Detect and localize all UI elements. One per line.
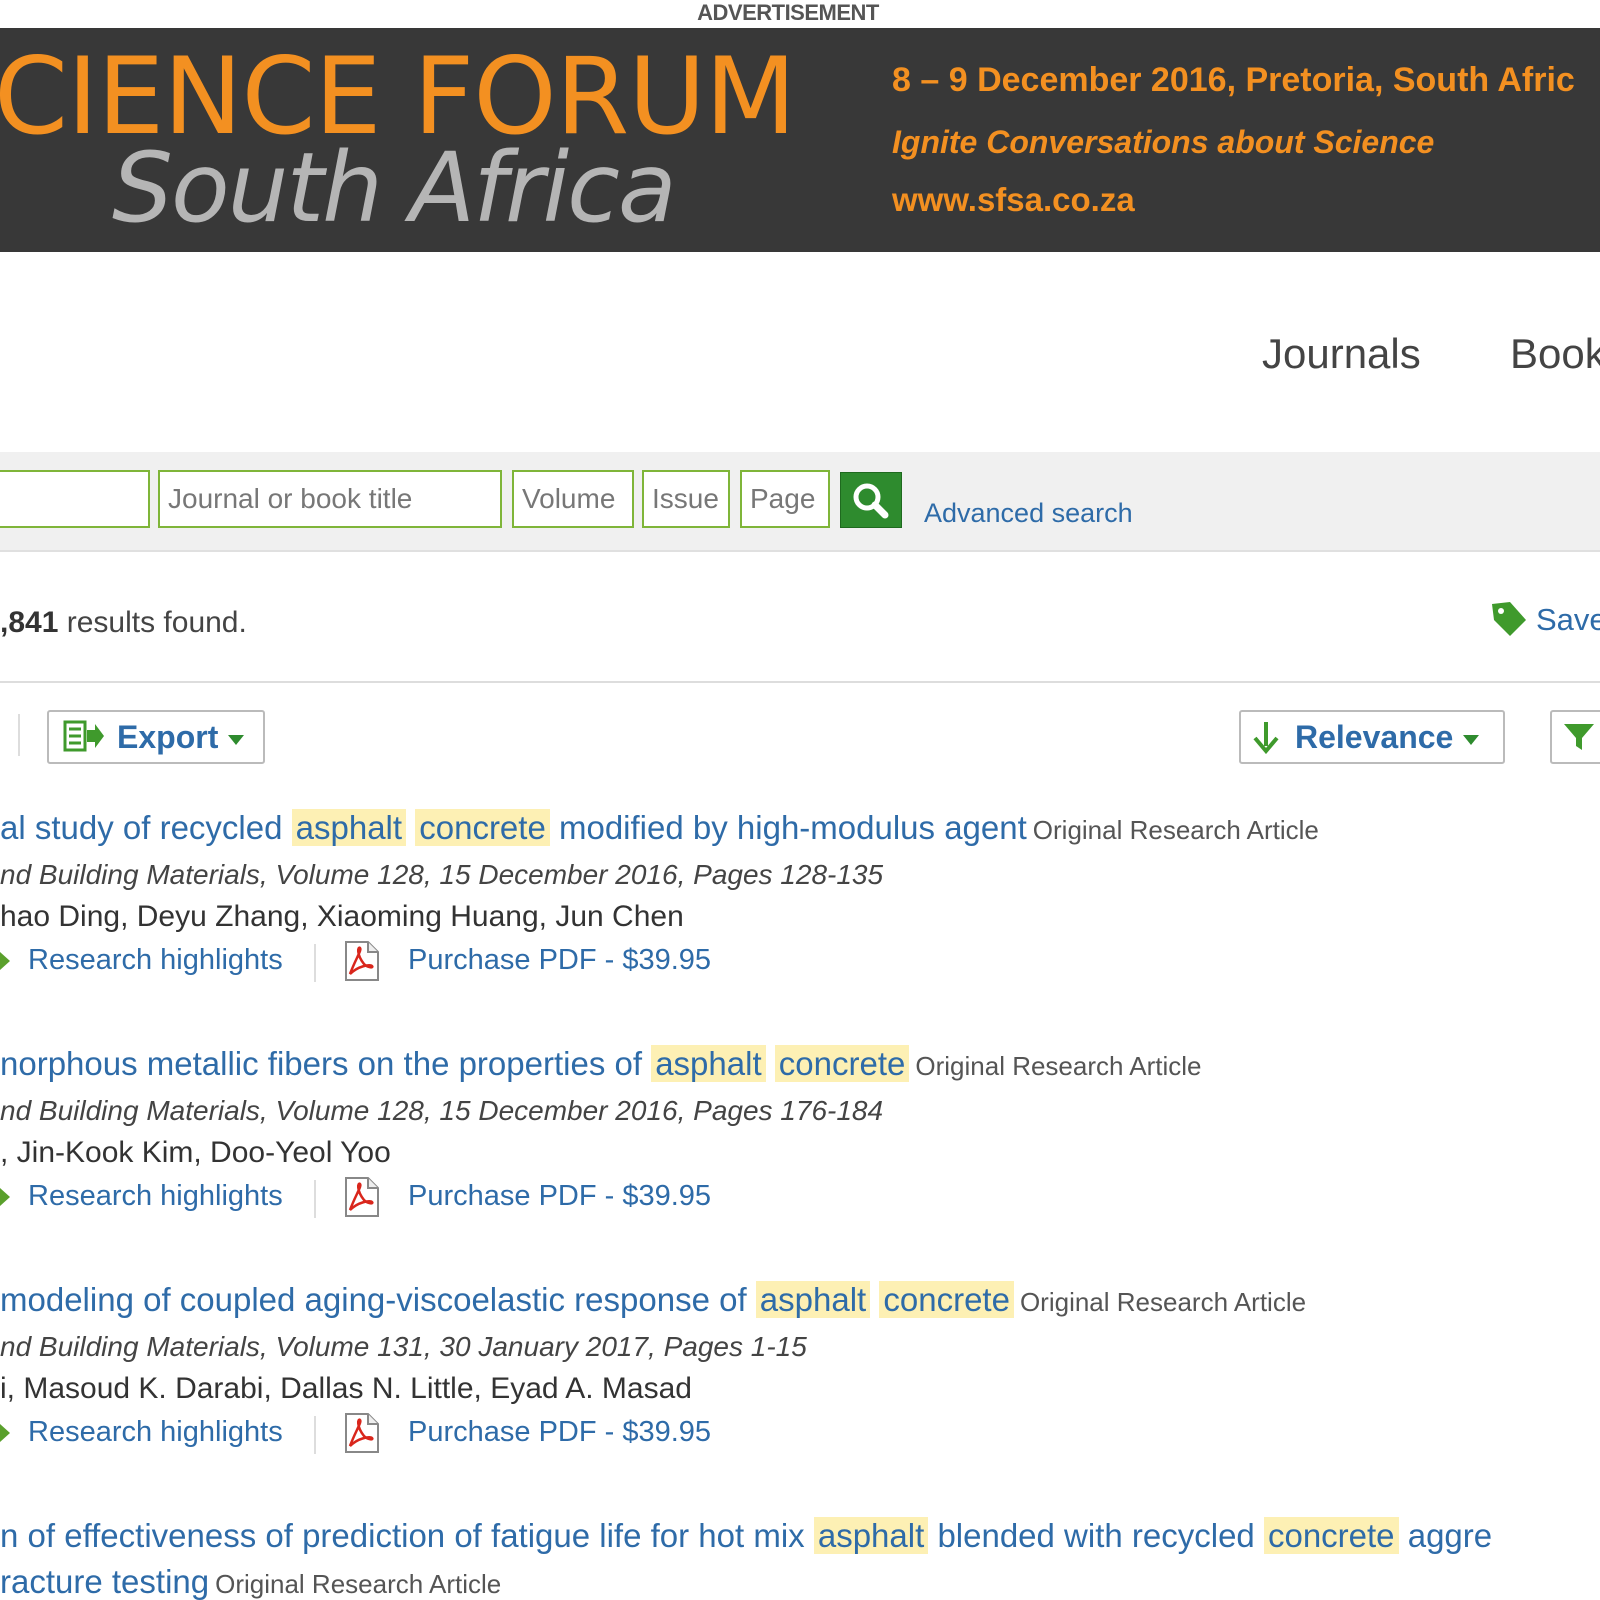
quick-search-bar: Journal or book title Volume Issue Page … [0,452,1600,552]
search-button[interactable] [840,472,902,528]
highlight: concrete [774,1045,910,1082]
list-item: al study of recycled asphalt concrete mo… [0,804,1600,986]
ad-tagline: Ignite Conversations about Science [892,124,1435,160]
result-links: Research highlights Purchase PDF - $39.9… [0,1410,1600,1458]
arrow-down-icon [1253,721,1279,754]
link-separator [314,1416,316,1454]
result-authors: hao Ding, Deyu Zhang, Xiaoming Huang, Ju… [0,900,684,933]
purchase-pdf-link[interactable]: Purchase PDF - $39.95 [408,1416,711,1449]
highlight: asphalt [651,1045,766,1082]
link-separator [314,1180,316,1218]
list-item: modeling of coupled aging-viscoelastic r… [0,1276,1600,1458]
highlight: asphalt [813,1517,929,1554]
result-links: Research highlights Purchase PDF - $39.9… [0,938,1600,986]
ad-date: 8 – 9 December 2016, Pretoria, South Afr… [892,61,1575,99]
result-authors: , Jin-Kook Kim, Doo-Yeol Yoo [0,1136,391,1169]
research-highlights-link[interactable]: Research highlights [28,944,283,977]
highlight: asphalt [291,809,407,846]
highlight: concrete [879,1281,1014,1318]
result-title[interactable]: norphous metallic fibers on the properti… [0,1040,1600,1090]
result-title[interactable]: al study of recycled asphalt concrete mo… [0,804,1600,854]
result-title-line2[interactable]: racture testing Original Research Article [0,1560,1600,1600]
journal-title-input[interactable]: Journal or book title [158,470,502,528]
highlight: asphalt [755,1281,871,1318]
list-item: n of effectiveness of prediction of fati… [0,1512,1600,1600]
result-links: Research highlights Purchase PDF - $39.9… [0,1174,1600,1222]
sort-relevance-button[interactable]: Relevance [1239,710,1505,764]
nav-books[interactable]: Book [1510,330,1600,378]
ad-url[interactable]: www.sfsa.co.za [892,178,1575,222]
filter-button[interactable] [1550,710,1600,764]
result-source[interactable]: nd Building Materials, Volume 131, 30 Ja… [0,1326,1600,1368]
results-number: ,841 [0,606,59,639]
result-source[interactable]: nd Building Materials, Volume 128, 15 De… [0,854,1600,896]
chevron-down-icon [1463,734,1480,745]
save-search[interactable]: Save [1488,598,1600,646]
pdf-icon [340,940,382,990]
top-nav: Journals Book [0,330,1600,400]
research-highlights-link[interactable]: Research highlights [28,1416,283,1449]
highlight: concrete [415,809,550,846]
search-terms-input[interactable] [0,470,150,528]
filter-icon [1564,723,1594,750]
pdf-icon [340,1176,382,1226]
nav-journals[interactable]: Journals [1262,330,1421,378]
save-label: Save [1536,602,1600,638]
pdf-icon [340,1412,382,1462]
export-icon [63,720,104,752]
result-authors: i, Masoud K. Darabi, Dallas N. Little, E… [0,1372,692,1405]
page-input[interactable]: Page [740,470,830,528]
chevron-down-icon [228,734,245,745]
advertisement-label: ADVERTISEMENT [697,0,879,25]
export-label: Export [117,719,219,755]
tag-icon [1488,598,1528,646]
search-icon [853,483,889,519]
arrow-right-icon [0,1188,10,1206]
sort-label: Relevance [1295,719,1454,755]
list-item: norphous metallic fibers on the properti… [0,1040,1600,1222]
results-suffix: results found. [58,606,247,639]
volume-input[interactable]: Volume [512,470,634,528]
link-separator [314,944,316,982]
article-type: Original Research Article [215,1569,502,1599]
results-count: ,841 results found. [0,606,247,640]
article-type: Original Research Article [1019,1287,1307,1317]
result-title[interactable]: n of effectiveness of prediction of fati… [0,1512,1600,1560]
ad-details: 8 – 9 December 2016, Pretoria, South Afr… [892,58,1575,222]
arrow-right-icon [0,952,10,970]
ad-subtitle: South Africa [112,132,677,244]
advanced-search-link[interactable]: Advanced search [924,498,1133,529]
article-type: Original Research Article [915,1051,1202,1081]
result-source[interactable]: nd Building Materials, Volume 128, 15 De… [0,1090,1600,1132]
arrow-right-icon [0,1424,10,1442]
issue-input[interactable]: Issue [642,470,730,528]
result-title[interactable]: modeling of coupled aging-viscoelastic r… [0,1276,1600,1326]
ad-banner[interactable]: CIENCE FORUM South Africa 8 – 9 December… [0,28,1600,252]
divider [0,681,1600,683]
purchase-pdf-link[interactable]: Purchase PDF - $39.95 [408,944,711,977]
toolbar-separator [18,714,20,756]
export-button[interactable]: Export [47,710,265,764]
research-highlights-link[interactable]: Research highlights [28,1180,283,1213]
purchase-pdf-link[interactable]: Purchase PDF - $39.95 [408,1180,711,1213]
highlight: concrete [1263,1517,1399,1554]
article-type: Original Research Article [1032,815,1319,845]
